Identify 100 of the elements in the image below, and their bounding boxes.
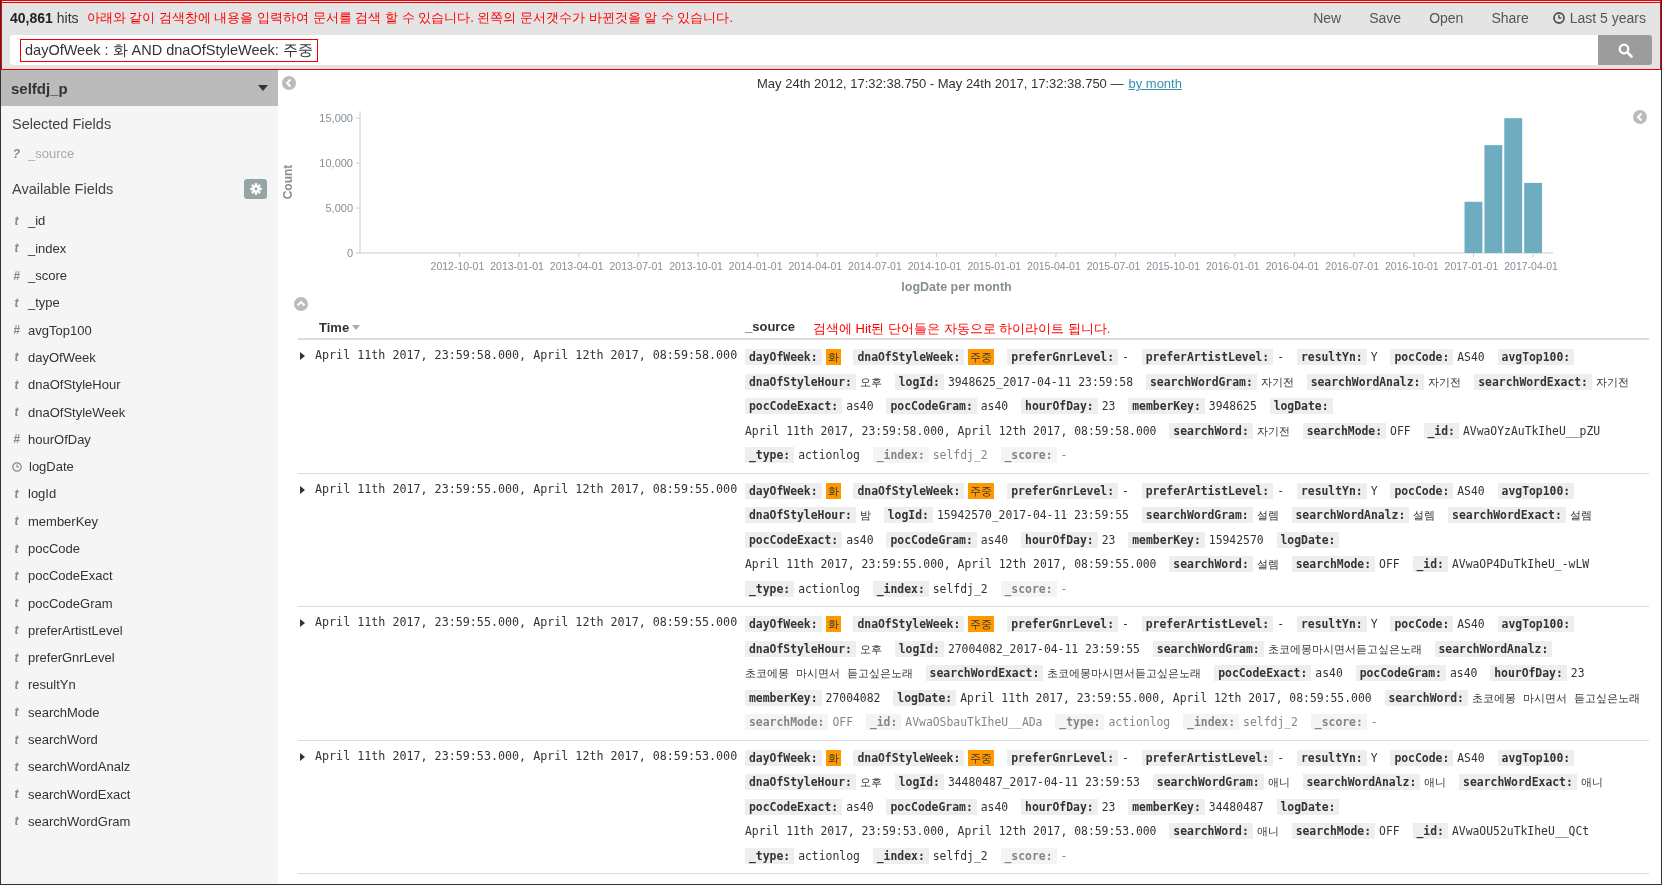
x-tick-label: 2015-04-01 [1027,260,1081,272]
field-key: logDate: [1269,398,1333,414]
histogram-bar[interactable] [1504,118,1523,253]
field-value: 초코에몽 마시면서 듣고싶은노래 [1471,690,1640,705]
caret-icon [300,619,305,627]
menu-link[interactable]: Save [1355,10,1416,26]
field-key: _type: [745,847,795,864]
field-value: OFF [1390,423,1411,438]
x-tick-label: 2014-07-01 [848,260,902,272]
field-key: searchWordAnalz: [1434,640,1553,657]
field-key: searchWord: [1169,422,1253,439]
field-item[interactable]: t _type [1,289,278,317]
field-key: _index: [872,447,929,463]
field-key: pocCodeGram: [1355,665,1446,681]
field-key: _id: [865,714,902,730]
field-value: 애니 [1256,824,1279,838]
field-value: 3948625 [1208,399,1257,413]
collapse-icon[interactable] [1633,110,1647,124]
field-value: 27004082_2017-04-11 23:59:55 [947,641,1140,656]
field-item[interactable]: t _id [1,207,278,235]
field-key: dnaOfStyleHour: [745,507,856,523]
field-key: pocCode: [1390,749,1454,766]
field-value: as40 [1315,666,1343,680]
x-tick-label: 2013-07-01 [609,260,664,272]
field-key: pocCodeExact: [1214,665,1312,681]
sort-icon [352,325,361,330]
field-value: - [1060,448,1068,462]
field-value: - [1122,617,1129,631]
field-type-icon: t [12,377,21,392]
field-key: searchMode: [1291,823,1376,839]
field-key: searchWordAnalz: [1302,774,1421,790]
histogram-bar[interactable] [1484,145,1503,253]
index-pattern-selector[interactable]: selfdj_p [1,70,278,106]
settings-button[interactable] [244,179,267,200]
interval-link[interactable]: by month [1128,76,1182,91]
field-key: dnaOfStyleWeek: [853,349,965,365]
field-value: as40 [846,532,874,547]
y-tick-label: 10,000 [319,157,353,170]
field-item[interactable]: t dnaOfStyleWeek [1,398,278,426]
field-value: AS40 [1457,617,1485,631]
field-type-icon: # [12,268,21,283]
field-item[interactable]: t searchWordExact [1,780,278,808]
collapse-icon[interactable] [294,297,308,311]
menu-link[interactable]: Share [1477,10,1543,26]
search-button[interactable] [1598,35,1652,65]
field-item[interactable]: logDate [1,452,278,481]
field-item[interactable]: t searchWord [1,725,278,754]
field-value: - [1122,750,1129,765]
field-key: hourOfDay: [1021,798,1098,815]
field-key: _id: [1423,422,1459,439]
column-header[interactable]: _source [745,318,795,334]
field-item[interactable]: # avgTop100 [1,316,278,344]
field-item[interactable]: # hourOfDay [1,425,278,453]
field-item[interactable]: t searchMode [1,698,278,726]
menu-link[interactable]: New [1299,10,1356,26]
x-tick-label: 2013-10-01 [669,260,723,272]
field-type-icon: t [12,568,21,583]
field-key: preferGnrLevel: [1007,349,1119,365]
field-item[interactable]: t pocCode [1,534,278,563]
field-value: as40 [1449,666,1478,680]
field-item[interactable]: t logId [1,480,278,508]
collapse-icon[interactable] [282,76,296,90]
field-value: selfdj_2 [932,581,988,596]
field-item[interactable]: t resultYn [1,671,278,699]
field-key: pocCodeExact: [745,531,843,548]
time-range-button[interactable]: Last 5 years [1542,10,1652,26]
field-item[interactable]: t pocCodeGram [1,589,278,617]
field-item[interactable]: # _score [1,261,278,290]
field-item[interactable]: t dnaOfStyleHour [1,371,278,399]
field-value: 34480487 [1208,799,1264,814]
field-key: searchWord: [1169,556,1253,572]
menu-link[interactable]: Open [1415,10,1478,26]
field-key: dnaOfStyleHour: [745,774,856,790]
field-item[interactable]: t searchWordAnalz [1,753,278,781]
field-item[interactable]: t _index [1,234,278,262]
field-value: - [1277,350,1285,364]
field-value: actionlog [798,581,860,596]
column-header[interactable]: Time [319,320,361,335]
field-item[interactable]: t memberKey [1,507,278,535]
hits-label: hits [56,10,79,26]
field-key: searchWordExact: [1474,373,1592,390]
timestamp-cell-text: April 11th 2017, 23:59:58.000, April 12th 2017, 08:59:58.000 [315,347,738,362]
field-type-icon: t [12,596,21,611]
field-item[interactable]: t preferArtistLevel [1,616,278,645]
field-item[interactable]: t dayOfWeek [1,343,278,372]
field-value: 자기전 [1260,374,1294,389]
field-value: April 11th 2017, 23:59:53.000, April 12th 2017, 08:59:53.000 [745,824,1157,838]
field-key: searchWordAnalz: [1291,507,1410,523]
field-value: 애니 [1267,775,1290,789]
x-tick-label: 2016-07-01 [1325,260,1380,272]
field-value: - [1277,750,1285,765]
field-item[interactable]: t pocCodeExact [1,562,278,590]
field-key: resultYn: [1296,482,1367,499]
field-item[interactable]: t preferGnrLevel [1,644,278,672]
field-value: Y [1370,350,1378,364]
histogram-bar[interactable] [1524,182,1543,253]
histogram-bar[interactable] [1464,201,1483,253]
search-field[interactable]: dayOfWeek : 화 AND dnaOfStyleWeek: 주중 [10,35,1598,65]
field-item[interactable]: t searchWordGram [1,807,278,836]
field-key: _index: [1183,714,1240,730]
